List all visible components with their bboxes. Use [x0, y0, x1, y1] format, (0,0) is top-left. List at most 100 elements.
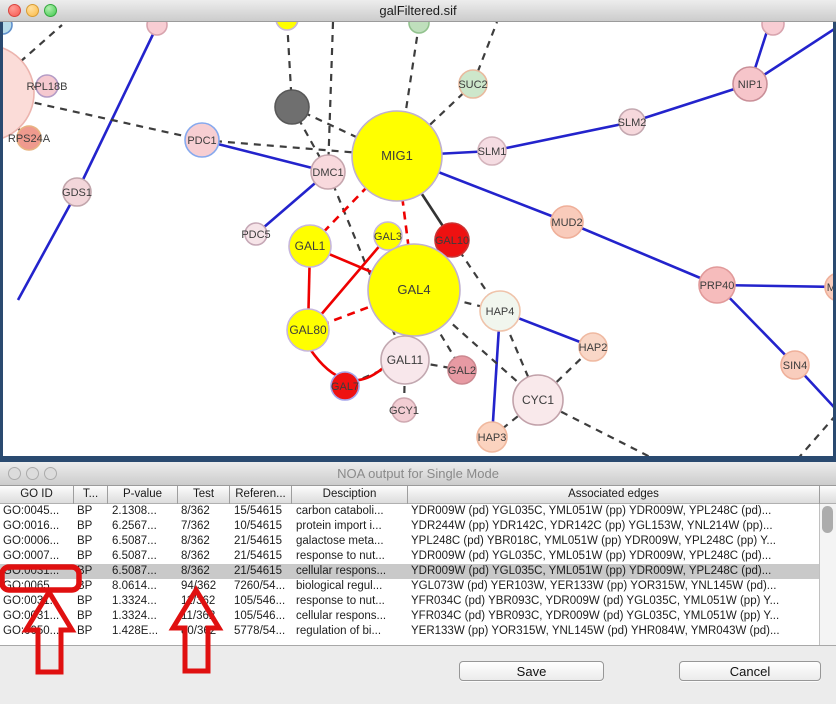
node-label: HAP4 [486, 306, 515, 318]
node-label: PDC5 [241, 229, 270, 241]
noa-window-titlebar[interactable]: NOA output for Single Mode [0, 462, 836, 486]
table-row[interactable]: GO:0006...BP6.5087...8/36221/54615galact… [0, 534, 836, 549]
cell-p: 2.1308... [112, 504, 176, 519]
cell-go: GO:0045... [3, 504, 73, 519]
cell-t: BP [77, 609, 107, 624]
table-row[interactable]: GO:0007...BP6.5087...8/36221/54615respon… [0, 549, 836, 564]
node-label: GAL1 [295, 239, 326, 253]
node-label: SUC2 [458, 79, 487, 91]
cell-desc: regulation of bi... [296, 624, 407, 639]
node-label: HAP2 [579, 342, 608, 354]
cell-test: 7/362 [181, 519, 229, 534]
scrollbar-thumb[interactable] [822, 506, 833, 533]
scrollbar-track[interactable] [819, 504, 836, 645]
node-label: SIN4 [783, 360, 807, 372]
cell-go: GO:0016... [3, 519, 73, 534]
cell-desc: cellular respons... [296, 564, 407, 579]
network-node[interactable] [147, 22, 167, 35]
cell-t: BP [77, 504, 107, 519]
cell-ref: 105/546... [234, 594, 291, 609]
cell-test: 8/362 [181, 564, 229, 579]
cell-t: BP [77, 549, 107, 564]
cell-test: 94/362 [181, 579, 229, 594]
save-button[interactable]: Save [459, 661, 604, 681]
node-label: DMC1 [312, 167, 343, 179]
table-row[interactable]: GO:0031...BP6.5087...8/36221/54615cellul… [0, 564, 820, 579]
node-label: GAL7 [331, 381, 359, 393]
cell-assoc: YGL073W (pd) YER103W, YER133W (pp) YOR31… [411, 579, 819, 594]
node-label: GAL11 [387, 353, 424, 367]
cell-assoc: YDR244W (pp) YDR142C, YDR142C (pp) YGL15… [411, 519, 819, 534]
node-label: NIP1 [738, 79, 762, 91]
network-canvas[interactable]: RPL18BRPS24APDC1GDS1MIG1SUC2SLM1DMC1SLM2… [0, 22, 836, 456]
cell-go: GO:0007... [3, 549, 73, 564]
cell-desc: biological regul... [296, 579, 407, 594]
column-header-go-id[interactable]: GO ID [0, 486, 74, 504]
node-label: GDS1 [62, 187, 92, 199]
table-row[interactable]: GO:0031...BP1.3324...11/362105/546...cel… [0, 609, 836, 624]
cell-p: 8.0614... [112, 579, 176, 594]
cell-t: BP [77, 579, 107, 594]
window-frame-left [0, 22, 3, 462]
cell-test: 11/362 [181, 609, 229, 624]
cell-desc: protein import i... [296, 519, 407, 534]
node-label: RPS24A [8, 133, 51, 145]
column-header-test[interactable]: Test [178, 486, 230, 504]
cell-desc: carbon cataboli... [296, 504, 407, 519]
cell-t: BP [77, 519, 107, 534]
column-header-t-[interactable]: T... [74, 486, 108, 504]
dialog-footer: Save Cancel [0, 645, 836, 704]
node-label: GAL80 [289, 323, 327, 337]
table-body: GO:0045...BP2.1308...8/36215/54615carbon… [0, 504, 836, 645]
column-header-referen-[interactable]: Referen... [230, 486, 292, 504]
cell-assoc: YDR009W (pd) YGL035C, YML051W (pp) YDR00… [411, 504, 819, 519]
node-label: PRP40 [700, 280, 735, 292]
cell-t: BP [77, 564, 107, 579]
node-label: GCY1 [389, 405, 419, 417]
cell-p: 6.5087... [112, 564, 176, 579]
node-label: CYC1 [522, 393, 554, 407]
cell-ref: 7260/54... [234, 579, 291, 594]
table-row[interactable]: GO:0045...BP2.1308...8/36215/54615carbon… [0, 504, 836, 519]
cell-assoc: YDR009W (pd) YGL035C, YML051W (pp) YDR00… [411, 549, 819, 564]
table-row[interactable]: GO:0050...BP1.428E...80/3625778/54...reg… [0, 624, 836, 639]
cell-go: GO:0006... [3, 534, 73, 549]
cell-go: GO:0065... [3, 579, 73, 594]
cell-desc: galactose meta... [296, 534, 407, 549]
cell-assoc: YFR034C (pd) YBR093C, YDR009W (pd) YGL03… [411, 594, 819, 609]
table-row[interactable]: GO:0016...BP6.2567...7/36210/54615protei… [0, 519, 836, 534]
node-label: MIG1 [381, 148, 413, 163]
cell-ref: 105/546... [234, 609, 291, 624]
node-label: SLM1 [478, 146, 507, 158]
column-header-desciption[interactable]: Desciption [292, 486, 408, 504]
cell-ref: 21/54615 [234, 534, 291, 549]
cell-test: 80/362 [181, 624, 229, 639]
cell-p: 1.3324... [112, 594, 176, 609]
table-row[interactable]: GO:0065... BP 8.0614... 94/362 7260/54... bio… [0, 579, 836, 594]
cell-p: 6.5087... [112, 549, 176, 564]
node-label: SLM2 [618, 117, 647, 129]
node-label: MUD2 [551, 217, 582, 229]
noa-window-title: NOA output for Single Mode [0, 462, 836, 486]
cell-go: GO:0050... [3, 624, 73, 639]
table-row[interactable]: GO:0031...BP1.3324...11/362105/546...res… [0, 594, 836, 609]
cell-ref: 5778/54... [234, 624, 291, 639]
column-header-p-value[interactable]: P-value [108, 486, 178, 504]
cell-ref: 21/54615 [234, 549, 291, 564]
cell-ref: 21/54615 [234, 564, 291, 579]
network-window-title: galFiltered.sif [0, 0, 836, 22]
cell-t: BP [77, 594, 107, 609]
cancel-button[interactable]: Cancel [679, 661, 821, 681]
node-label: PDC1 [187, 135, 216, 147]
cell-p: 1.428E... [112, 624, 176, 639]
node-label: GAL10 [435, 235, 469, 247]
cell-assoc: YDR009W (pd) YGL035C, YML051W (pp) YDR00… [411, 564, 819, 579]
column-header-associated-edges[interactable]: Associated edges [408, 486, 820, 504]
cell-test: 11/362 [181, 594, 229, 609]
network-window-titlebar[interactable]: galFiltered.sif [0, 0, 836, 22]
cell-p: 6.5087... [112, 534, 176, 549]
cell-test: 8/362 [181, 504, 229, 519]
cell-desc: response to nut... [296, 549, 407, 564]
network-node[interactable] [275, 90, 309, 124]
cell-p: 1.3324... [112, 609, 176, 624]
